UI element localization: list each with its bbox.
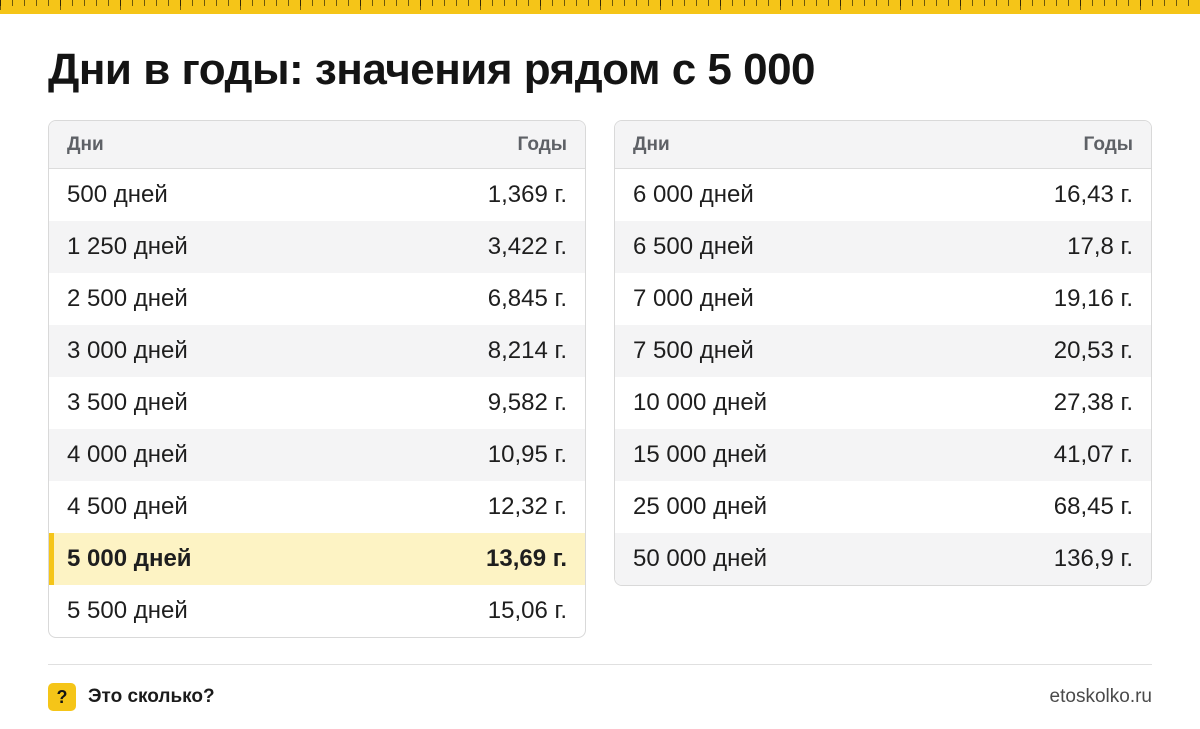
table-row: 7 500 дней 20,53 г. [615, 325, 1151, 377]
cell-years: 68,45 г. [1053, 493, 1133, 520]
table-row: 50 000 дней 136,9 г. [615, 533, 1151, 585]
ruler-decoration [0, 0, 1200, 14]
cell-days: 1 250 дней [67, 233, 188, 260]
cell-days: 7 500 дней [633, 337, 754, 364]
header-days: Дни [633, 133, 670, 155]
cell-years: 16,43 г. [1053, 181, 1133, 208]
cell-years: 41,07 г. [1053, 441, 1133, 468]
table-row: 4 000 дней 10,95 г. [49, 429, 585, 481]
header-days: Дни [67, 133, 104, 155]
header-years: Годы [517, 133, 567, 155]
brand-name: Это сколько? [88, 686, 215, 707]
cell-days: 500 дней [67, 181, 168, 208]
cell-years: 27,38 г. [1053, 389, 1133, 416]
cell-years: 10,95 г. [487, 441, 567, 468]
ruler-ticks-major [0, 0, 1200, 10]
table-row: 2 500 дней 6,845 г. [49, 273, 585, 325]
cell-years: 20,53 г. [1053, 337, 1133, 364]
cell-years: 13,69 г. [486, 545, 567, 572]
cell-days: 4 000 дней [67, 441, 188, 468]
conversion-table-right: Дни Годы 6 000 дней 16,43 г. 6 500 дней … [614, 120, 1152, 586]
cell-days: 2 500 дней [67, 285, 188, 312]
table-row: 10 000 дней 27,38 г. [615, 377, 1151, 429]
header-years: Годы [1083, 133, 1133, 155]
cell-days: 5 500 дней [67, 597, 188, 624]
cell-days: 6 500 дней [633, 233, 754, 260]
table-row: 4 500 дней 12,32 г. [49, 481, 585, 533]
cell-days: 15 000 дней [633, 441, 768, 468]
table-row: 6 500 дней 17,8 г. [615, 221, 1151, 273]
cell-days: 50 000 дней [633, 545, 768, 572]
table-row-highlighted: 5 000 дней 13,69 г. [49, 533, 585, 585]
cell-days: 25 000 дней [633, 493, 768, 520]
table-header: Дни Годы [615, 121, 1151, 169]
cell-years: 3,422 г. [487, 233, 567, 260]
table-row: 5 500 дней 15,06 г. [49, 585, 585, 637]
cell-days: 6 000 дней [633, 181, 754, 208]
cell-days: 7 000 дней [633, 285, 754, 312]
cell-days: 3 500 дней [67, 389, 188, 416]
page-title: Дни в годы: значения рядом с 5 000 [48, 45, 816, 94]
table-row: 1 250 дней 3,422 г. [49, 221, 585, 273]
cell-days: 5 000 дней [67, 545, 192, 572]
conversion-table-left: Дни Годы 500 дней 1,369 г. 1 250 дней 3,… [48, 120, 586, 638]
table-row: 15 000 дней 41,07 г. [615, 429, 1151, 481]
footer-divider [48, 664, 1152, 665]
table-row: 7 000 дней 19,16 г. [615, 273, 1151, 325]
cell-days: 3 000 дней [67, 337, 188, 364]
table-row: 3 500 дней 9,582 г. [49, 377, 585, 429]
table-row: 500 дней 1,369 г. [49, 169, 585, 221]
site-link[interactable]: etoskolko.ru [1050, 683, 1152, 711]
cell-years: 8,214 г. [487, 337, 567, 364]
table-row: 3 000 дней 8,214 г. [49, 325, 585, 377]
cell-years: 12,32 г. [487, 493, 567, 520]
cell-days: 4 500 дней [67, 493, 188, 520]
cell-years: 15,06 г. [487, 597, 567, 624]
cell-years: 6,845 г. [487, 285, 567, 312]
cell-years: 19,16 г. [1053, 285, 1133, 312]
table-row: 25 000 дней 68,45 г. [615, 481, 1151, 533]
cell-years: 9,582 г. [487, 389, 567, 416]
table-header: Дни Годы [49, 121, 585, 169]
cell-years: 17,8 г. [1067, 233, 1133, 260]
cell-years: 136,9 г. [1053, 545, 1133, 572]
cell-days: 10 000 дней [633, 389, 768, 416]
question-mark-icon: ? [48, 683, 76, 711]
cell-years: 1,369 г. [487, 181, 567, 208]
table-row: 6 000 дней 16,43 г. [615, 169, 1151, 221]
